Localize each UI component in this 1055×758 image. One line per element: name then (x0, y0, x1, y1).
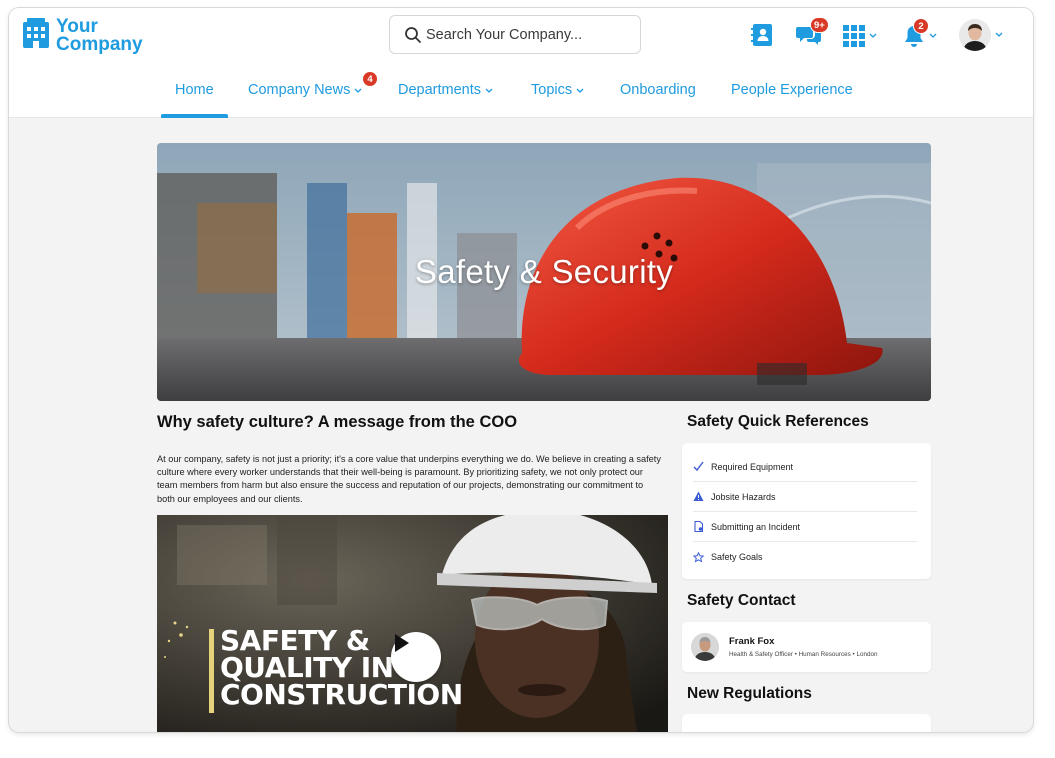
chat-button[interactable]: 9+ (796, 17, 829, 48)
nav-company-news[interactable]: Company News 4 (248, 71, 378, 118)
user-menu[interactable] (959, 19, 1003, 51)
contact-book-icon (751, 24, 772, 46)
article-title: Why safety culture? A message from the C… (157, 413, 518, 431)
avatar (959, 19, 991, 51)
video-accent-bar (209, 629, 214, 713)
ref-submitting-incident[interactable]: Submitting an Incident (693, 512, 917, 542)
safety-contact-heading: Safety Contact (687, 592, 796, 609)
chat-badge: 9+ (810, 17, 829, 33)
safety-contact-card[interactable]: Frank Fox Health & Safety Officer • Huma… (682, 622, 931, 672)
play-button[interactable] (391, 632, 441, 682)
checkmark-icon (693, 461, 704, 472)
hero-banner: Safety & Security (157, 143, 931, 401)
nav-departments[interactable]: Departments (398, 78, 493, 118)
video-player[interactable]: SAFETY & QUALITY IN CONSTRUCTION (157, 515, 668, 732)
new-regulations-card (682, 714, 931, 732)
quick-references-heading: Safety Quick References (687, 413, 869, 430)
document-icon (694, 521, 704, 532)
contact-avatar (691, 633, 719, 661)
search-input[interactable] (426, 26, 626, 43)
main-navigation: Home Company News 4 Departments Topics O… (9, 71, 1033, 118)
company-name: Your Company (56, 16, 143, 55)
search-icon (405, 27, 421, 43)
top-header: Your Company 9+ (9, 8, 1033, 118)
nav-onboarding[interactable]: Onboarding (620, 78, 696, 118)
chevron-down-icon (995, 32, 1003, 37)
hero-title: Safety & Security (414, 253, 674, 290)
company-logo[interactable]: Your Company (23, 16, 143, 55)
warning-triangle-icon (693, 491, 704, 501)
building-icon (23, 18, 49, 48)
ref-safety-goals[interactable]: Safety Goals (693, 542, 917, 572)
chevron-down-icon (869, 33, 877, 38)
ref-required-equipment[interactable]: Required Equipment (693, 452, 917, 482)
contact-role: Health & Safety Officer • Human Resource… (729, 651, 878, 658)
notifications-badge: 2 (913, 18, 929, 34)
contact-name: Frank Fox (729, 636, 775, 647)
chevron-down-icon (485, 88, 493, 93)
star-icon (693, 551, 704, 563)
nav-topics[interactable]: Topics (531, 78, 584, 118)
quick-references-card: Required Equipment Jobsite Hazards Submi… (682, 443, 931, 579)
nav-home[interactable]: Home (161, 78, 228, 118)
play-icon (395, 634, 409, 652)
chevron-down-icon (354, 88, 362, 93)
directory-button[interactable] (750, 23, 774, 47)
app-window: Your Company 9+ (9, 8, 1033, 732)
ref-jobsite-hazards[interactable]: Jobsite Hazards (693, 482, 917, 512)
company-news-badge: 4 (362, 71, 378, 87)
new-regulations-heading: New Regulations (687, 685, 812, 702)
chevron-down-icon (929, 33, 937, 38)
nav-people-experience[interactable]: People Experience (731, 78, 853, 118)
notifications-button[interactable]: 2 (903, 18, 937, 48)
chevron-down-icon (576, 88, 584, 93)
article-body: At our company, safety is not just a pri… (157, 454, 661, 504)
search-box[interactable] (389, 15, 641, 54)
apps-menu-button[interactable] (843, 25, 877, 47)
app-grid-icon (843, 25, 865, 47)
